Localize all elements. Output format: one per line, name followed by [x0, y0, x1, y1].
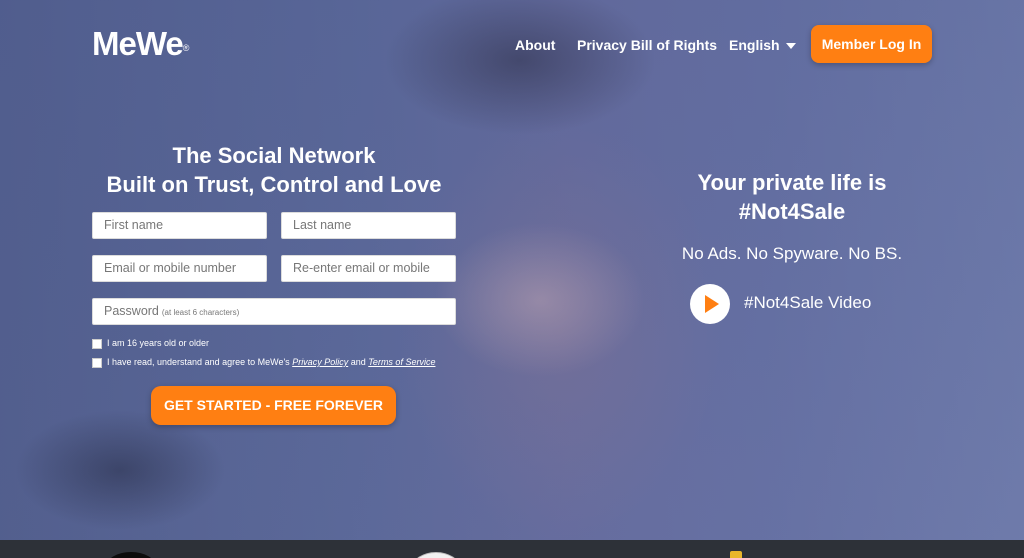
play-video-button[interactable] — [690, 284, 730, 324]
nav-about-link[interactable]: About — [515, 36, 555, 54]
press-logo-badge — [412, 552, 460, 558]
headline-line-2: Built on Trust, Control and Love — [106, 172, 442, 197]
password-input[interactable]: Password (at least 6 characters) — [92, 298, 456, 325]
age-checkbox-label: I am 16 years old or older — [107, 338, 210, 348]
mewe-logo[interactable]: MeWe® — [92, 25, 190, 62]
headline-line-1: The Social Network — [172, 143, 376, 168]
press-logos-strip — [0, 540, 1024, 558]
terms-of-service-link[interactable]: Terms of Service — [368, 357, 435, 367]
nav-privacy-link[interactable]: Privacy Bill of Rights — [577, 36, 717, 54]
privacy-policy-link[interactable]: Privacy Policy — [292, 357, 348, 367]
registered-mark: ® — [182, 43, 190, 53]
press-logo-badge — [106, 552, 156, 558]
play-icon — [705, 295, 719, 313]
password-hint: (at least 6 characters) — [161, 308, 240, 317]
language-dropdown[interactable]: English — [729, 36, 796, 54]
language-label: English — [729, 37, 780, 53]
promo-title: Your private life is #Not4Sale — [672, 168, 912, 226]
chevron-down-icon — [785, 43, 796, 50]
signup-headline: The Social Network Built on Trust, Contr… — [92, 141, 456, 199]
promo-title-line-1: Your private life is — [697, 170, 887, 195]
logo-text: MeWe — [92, 25, 184, 62]
terms-and: and — [350, 357, 366, 367]
promo-title-line-2: #Not4Sale — [738, 199, 846, 224]
reenter-email-input[interactable]: Re-enter email or mobile — [281, 255, 456, 282]
email-input[interactable]: Email or mobile number — [92, 255, 267, 282]
video-link-label[interactable]: #Not4Sale Video — [744, 292, 871, 314]
last-name-input[interactable]: Last name — [281, 212, 456, 239]
terms-checkbox-label: I have read, understand and agree to MeW… — [107, 356, 435, 368]
terms-checkbox[interactable] — [92, 358, 102, 368]
password-placeholder: Password — [104, 304, 159, 318]
age-checkbox[interactable] — [92, 339, 102, 349]
promo-subtitle: No Ads. No Spyware. No BS. — [681, 244, 903, 263]
get-started-button[interactable]: GET STARTED - FREE FOREVER — [151, 386, 396, 425]
press-logo-badge — [730, 551, 742, 558]
terms-prefix: I have read, understand and agree to MeW… — [107, 357, 290, 367]
member-login-button[interactable]: Member Log In — [811, 25, 932, 63]
first-name-input[interactable]: First name — [92, 212, 267, 239]
